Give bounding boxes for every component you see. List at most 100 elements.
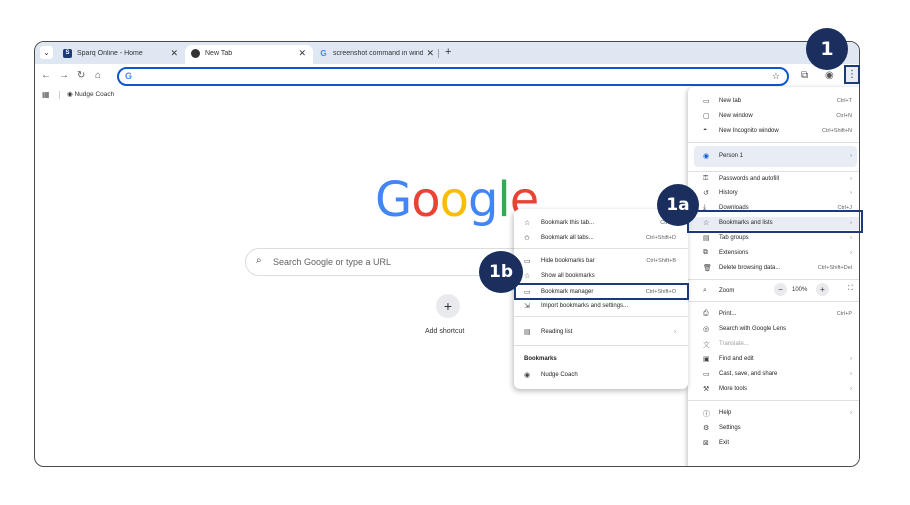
extensions-icon: ⧉ — [703, 249, 708, 256]
find-icon: ▣ — [703, 356, 710, 363]
menu-divider — [688, 171, 859, 172]
zoom-out-button[interactable]: − — [774, 283, 787, 296]
close-icon[interactable]: ✕ — [426, 48, 434, 59]
close-icon[interactable]: ✕ — [170, 48, 178, 59]
menu-shortcut: Ctrl+Shift+D — [646, 235, 676, 241]
menu-item-help[interactable]: ⓘ Help › — [688, 407, 859, 420]
help-icon: ⓘ — [703, 411, 710, 418]
menu-item-find-edit[interactable]: ▣ Find and edit › — [688, 353, 859, 366]
forward-arrow-icon[interactable]: → — [59, 70, 69, 81]
logo-letter: o — [411, 172, 440, 228]
menu-item-tab-groups[interactable]: ▤ Tab groups › — [688, 232, 859, 245]
tab-divider — [438, 49, 439, 58]
menu-item-delete-data[interactable]: 🗑 Delete browsing data... Ctrl+Shift+Del — [688, 262, 859, 275]
stars-icon: ✩ — [524, 235, 530, 242]
new-tab-icon: ▭ — [703, 98, 710, 105]
bookmarks-bar-icon: ▭ — [524, 258, 531, 265]
tab-screenshot-search[interactable]: G screenshot command in windo ✕ — [313, 45, 441, 64]
person-avatar-icon: ◉ — [703, 153, 710, 160]
menu-item-history[interactable]: ↺ History › — [688, 187, 859, 200]
chevron-right-icon: › — [850, 410, 852, 416]
chrome-main-menu: ▭ New tab Ctrl+T ▢ New window Ctrl+N ◓ N… — [688, 87, 859, 466]
step-badge-1: 1 — [806, 28, 848, 70]
search-placeholder: Search Google or type a URL — [273, 257, 392, 267]
tab-label: New Tab — [205, 50, 233, 57]
menu-item-translate: 文 Translate... — [688, 338, 859, 351]
add-shortcut-button[interactable]: + — [436, 294, 460, 318]
menu-item-more-tools[interactable]: ⚒ More tools › — [688, 383, 859, 396]
menu-item-exit[interactable]: ⊠ Exit — [688, 437, 859, 450]
menu-item-extensions[interactable]: ⧉ Extensions › — [688, 247, 859, 260]
tab-search-icon[interactable]: ⌄ — [40, 46, 53, 59]
menu-item-passwords[interactable]: ⚿ Passwords and autofill › — [688, 173, 859, 186]
menu-label: Print... — [719, 311, 737, 317]
menu-item-settings[interactable]: ⚙ Settings — [688, 422, 859, 435]
bookmark-star-icon[interactable]: ☆ — [772, 71, 780, 82]
reload-icon[interactable]: ↻ — [77, 70, 85, 81]
submenu-item-nudge-coach[interactable]: ◉ Nudge Coach — [514, 369, 688, 382]
lens-icon: ◎ — [703, 326, 710, 333]
menu-item-print[interactable]: ⎙ Print... Ctrl+P — [688, 308, 859, 321]
back-arrow-icon[interactable]: ← — [41, 70, 51, 81]
menu-label: Search with Google Lens — [719, 326, 787, 332]
import-icon: ⇲ — [524, 303, 530, 310]
submenu-item-reading-list[interactable]: ▤ Reading list › — [514, 326, 688, 339]
menu-shortcut: Ctrl+P — [836, 311, 852, 317]
tab-label: screenshot command in windo — [333, 50, 423, 57]
print-icon: ⎙ — [703, 310, 709, 317]
trash-icon: 🗑 — [703, 265, 712, 272]
menu-label: New tab — [719, 98, 742, 104]
menu-item-new-incognito[interactable]: ◓ New Incognito window Ctrl+Shift+N — [688, 125, 859, 138]
step-badge-1a: 1a — [657, 184, 699, 226]
zoom-in-button[interactable]: + — [816, 283, 829, 296]
google-favicon-icon: G — [320, 49, 327, 58]
home-icon[interactable]: ⌂ — [95, 70, 101, 81]
reading-list-icon: ▤ — [524, 329, 531, 336]
tab-new-tab[interactable]: New Tab ✕ — [185, 45, 313, 64]
profile-avatar-icon[interactable]: ◉ — [825, 70, 834, 81]
chevron-right-icon: › — [674, 329, 676, 335]
menu-label: Show all bookmarks — [541, 273, 595, 279]
logo-letter: o — [439, 172, 469, 228]
submenu-item-import[interactable]: ⇲ Import bookmarks and settings... — [514, 300, 688, 313]
star-icon: ☆ — [524, 273, 531, 280]
menu-item-cast-save[interactable]: ▭ Cast, save, and share › — [688, 368, 859, 381]
tab-label: Sparq Online - Home — [77, 50, 143, 57]
fullscreen-icon[interactable]: ⛶ — [848, 285, 853, 293]
menu-item-person[interactable]: ◉ Person 1 › — [688, 150, 859, 163]
chevron-right-icon: › — [850, 190, 852, 196]
menu-label: Import bookmarks and settings... — [541, 303, 629, 309]
new-tab-plus-icon[interactable]: + — [445, 46, 451, 58]
chevron-right-icon: › — [850, 235, 852, 241]
menu-item-new-window[interactable]: ▢ New window Ctrl+N — [688, 110, 859, 123]
bookmarks-divider — [59, 91, 60, 99]
tab-strip: ⌄ S Sparq Online - Home ✕ New Tab ✕ G sc… — [35, 42, 859, 64]
bookmark-nudge-coach[interactable]: ◉ Nudge Coach — [67, 90, 114, 98]
address-bar[interactable]: G ☆ — [117, 67, 789, 86]
chevron-right-icon: › — [850, 386, 852, 392]
menu-label: Passwords and autofill — [719, 176, 780, 182]
highlight-bookmark-manager — [514, 283, 689, 300]
menu-shortcut: Ctrl+Shift+B — [646, 258, 676, 264]
menu-label: More tools — [719, 386, 748, 392]
menu-divider — [514, 316, 688, 317]
apps-grid-icon[interactable]: ▦ — [42, 90, 50, 99]
close-icon[interactable]: ✕ — [298, 48, 306, 59]
chrome-menu-button[interactable]: ⋮ — [844, 65, 860, 84]
menu-divider — [688, 400, 859, 401]
key-icon: ⚿ — [703, 175, 709, 182]
submenu-item-hide-bar[interactable]: ▭ Hide bookmarks bar Ctrl+Shift+B — [514, 255, 688, 268]
extensions-puzzle-icon[interactable]: ⧉ — [801, 70, 808, 81]
add-shortcut-label: Add shortcut — [425, 328, 465, 335]
menu-shortcut: Ctrl+T — [836, 98, 852, 104]
menu-item-lens[interactable]: ◎ Search with Google Lens — [688, 323, 859, 336]
submenu-item-bookmark-all[interactable]: ✩ Bookmark all tabs... Ctrl+Shift+D — [514, 232, 688, 245]
sparq-favicon-icon: S — [63, 49, 72, 58]
submenu-item-show-all[interactable]: ☆ Show all bookmarks — [514, 270, 688, 283]
menu-label: History — [719, 190, 738, 196]
logo-letter: G — [375, 172, 412, 228]
tab-sparq[interactable]: S Sparq Online - Home ✕ — [57, 45, 185, 64]
menu-item-new-tab[interactable]: ▭ New tab Ctrl+T — [688, 95, 859, 108]
logo-letter: l — [497, 172, 510, 228]
chevron-right-icon: › — [850, 153, 852, 159]
